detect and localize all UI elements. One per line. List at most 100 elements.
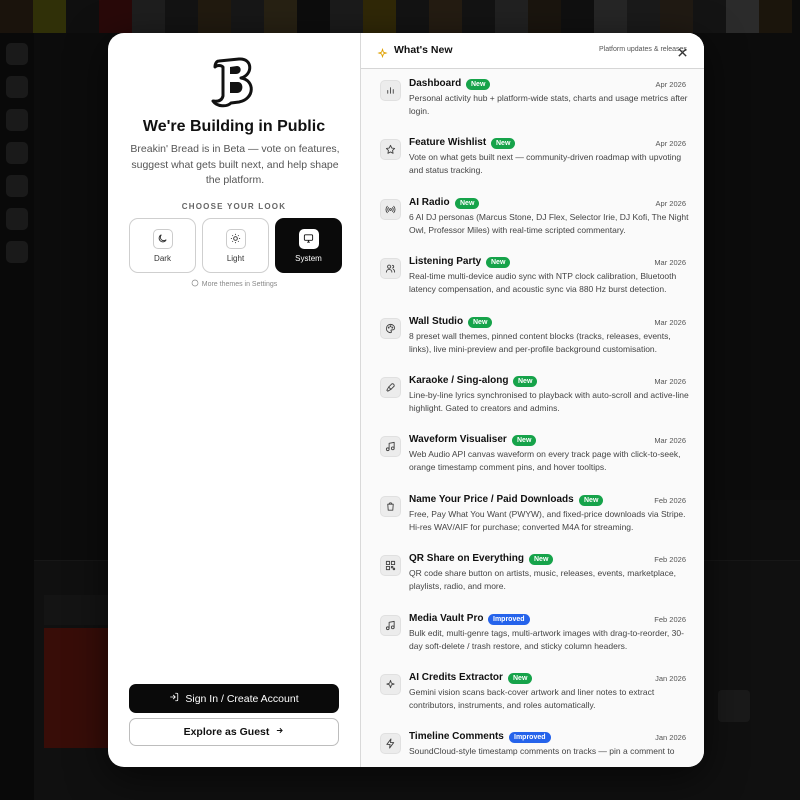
update-item[interactable]: Name Your Price / Paid Downloads New Feb 2… <box>361 493 704 555</box>
update-badge: New <box>508 673 533 684</box>
update-item[interactable]: Waveform Visualiser New Mar 2026 Web Audio … <box>361 434 704 495</box>
update-date: Feb 2026 <box>654 495 686 505</box>
update-badge: New <box>512 435 537 447</box>
theme-light-label: Light <box>226 253 245 263</box>
update-date: Apr 2026 <box>655 198 686 208</box>
theme-system-button[interactable]: System <box>275 218 342 273</box>
update-title: AI Credits Extractor <box>409 672 503 683</box>
update-badge: New <box>466 79 491 90</box>
update-item[interactable]: Media Vault Pro Improved Feb 2026 Bulk edit… <box>361 612 704 674</box>
update-date: Feb 2026 <box>654 614 686 624</box>
update-description: Real-time multi-device audio sync with N… <box>409 271 677 295</box>
update-title: Media Vault Pro <box>409 612 484 624</box>
whats-new-subtitle: Platform updates & releases <box>599 46 687 53</box>
music-note-icon <box>380 436 401 458</box>
update-item[interactable]: Feature Wishlist New Apr 2026 Vote on what … <box>361 137 704 198</box>
theme-dark-button[interactable]: Dark <box>129 218 196 273</box>
update-description: 8 preset wall themes, pinned content blo… <box>409 330 671 354</box>
update-badge: New <box>468 316 493 328</box>
update-date: Mar 2026 <box>654 377 686 386</box>
update-title: Dashboard <box>409 78 462 89</box>
palette-icon <box>191 279 199 289</box>
update-item[interactable]: Listening Party New Mar 2026 Real-time mult… <box>361 256 704 317</box>
update-date: Apr 2026 <box>655 80 686 89</box>
sign-in-label: Sign In / Create Account <box>185 692 299 705</box>
update-badge: Improved <box>509 732 551 744</box>
theme-dark-label: Dark <box>154 253 171 263</box>
welcome-modal: We're Building in Public Breakin' Bread … <box>108 33 704 767</box>
bar-chart-icon <box>380 80 401 101</box>
update-item[interactable]: AI Radio New Apr 2026 6 AI DJ personas (Mar… <box>361 196 704 258</box>
page-title: We're Building in Public <box>142 118 326 135</box>
theme-picker: Dark Light System <box>129 218 342 273</box>
update-description: Web Audio API canvas waveform on every t… <box>409 449 681 473</box>
update-item[interactable]: QR Share on Everything New Feb 2026 QR code… <box>361 553 704 614</box>
update-date: Jan 2026 <box>655 674 686 683</box>
update-title: AI Radio <box>409 196 450 208</box>
more-themes-link[interactable]: More themes in Settings <box>108 279 360 289</box>
welcome-panel: We're Building in Public Breakin' Bread … <box>108 33 361 767</box>
beta-description: Breakin' Bread is in Beta — vote on feat… <box>130 143 340 186</box>
update-title: Timeline Comments <box>409 731 504 743</box>
monitor-icon <box>298 228 319 249</box>
more-themes-label: More themes in Settings <box>201 280 278 288</box>
theme-light-button[interactable]: Light <box>202 218 269 273</box>
explore-guest-label: Explore as Guest <box>183 726 270 738</box>
whats-new-panel: What's New Platform updates & releases D… <box>361 33 704 767</box>
update-date: Feb 2026 <box>654 555 686 565</box>
update-description: Free, Pay What You Want (PWYW), and fixe… <box>409 508 686 532</box>
update-description: Gemini vision scans back-cover artwork a… <box>409 687 655 710</box>
update-badge: New <box>491 138 516 150</box>
sign-in-button[interactable]: Sign In / Create Account <box>129 684 339 713</box>
update-item[interactable]: Dashboard New Apr 2026 Personal activity hu… <box>361 78 704 139</box>
update-badge: New <box>486 257 511 269</box>
update-item[interactable]: Timeline Comments Improved Jan 2026 SoundCl… <box>361 731 704 767</box>
update-date: Mar 2026 <box>654 258 686 268</box>
update-description: 6 AI DJ personas (Marcus Stone, DJ Flex,… <box>409 211 689 235</box>
update-title: QR Share on Everything <box>409 553 525 565</box>
update-date: Jan 2026 <box>655 733 686 743</box>
explore-guest-button[interactable]: Explore as Guest <box>129 718 339 746</box>
update-title: Name Your Price / Paid Downloads <box>409 493 574 505</box>
sparkles-icon <box>380 674 401 695</box>
qr-code-icon <box>380 555 401 577</box>
update-badge: New <box>529 554 554 566</box>
moon-icon <box>152 228 173 249</box>
update-description: SoundCloud-style timestamp comments on t… <box>409 746 675 757</box>
update-description: Bulk edit, multi-genre tags, multi-artwo… <box>409 627 684 651</box>
update-title: Feature Wishlist <box>409 137 487 149</box>
update-badge: New <box>513 376 538 387</box>
shopping-bag-icon <box>380 495 401 517</box>
theme-system-label: System <box>295 253 322 263</box>
update-description: QR code share button on artists, music, … <box>409 568 676 592</box>
lightning-icon <box>380 733 401 755</box>
theme-section-label: CHOOSE YOUR LOOK <box>181 202 287 211</box>
close-button[interactable] <box>677 47 688 58</box>
updates-list[interactable]: Dashboard New Apr 2026 Personal activity hu… <box>361 70 704 767</box>
update-badge: New <box>579 494 604 506</box>
update-badge: New <box>455 197 480 209</box>
sun-icon <box>225 228 246 249</box>
update-title: Karaoke / Sing-along <box>409 375 509 386</box>
music-note-icon <box>380 614 401 636</box>
users-icon <box>380 258 401 280</box>
update-item[interactable]: AI Credits Extractor New Jan 2026 Gemini vi… <box>361 672 704 733</box>
update-date: Mar 2026 <box>654 436 686 446</box>
radio-icon <box>380 198 401 220</box>
update-description: Line-by-line lyrics synchronised to play… <box>409 390 689 413</box>
update-title: Waveform Visualiser <box>409 434 507 446</box>
update-item[interactable]: Wall Studio New Mar 2026 8 preset wall them… <box>361 316 704 377</box>
update-date: Apr 2026 <box>655 139 686 149</box>
sparkles-icon <box>377 44 388 63</box>
sign-in-icon <box>169 692 179 705</box>
update-description: Vote on what gets built next — community… <box>409 152 682 176</box>
update-description: Personal activity hub + platform-wide st… <box>409 93 688 116</box>
brand-logo <box>211 57 253 108</box>
update-title: Listening Party <box>409 256 482 268</box>
palette-icon <box>380 317 401 339</box>
update-item[interactable]: Karaoke / Sing-along New Mar 2026 Line-by-l… <box>361 375 704 436</box>
whats-new-header: What's New Platform updates & releases <box>361 33 704 69</box>
microphone-icon <box>380 377 401 398</box>
update-badge: Improved <box>488 613 530 625</box>
arrow-right-icon <box>275 726 284 738</box>
